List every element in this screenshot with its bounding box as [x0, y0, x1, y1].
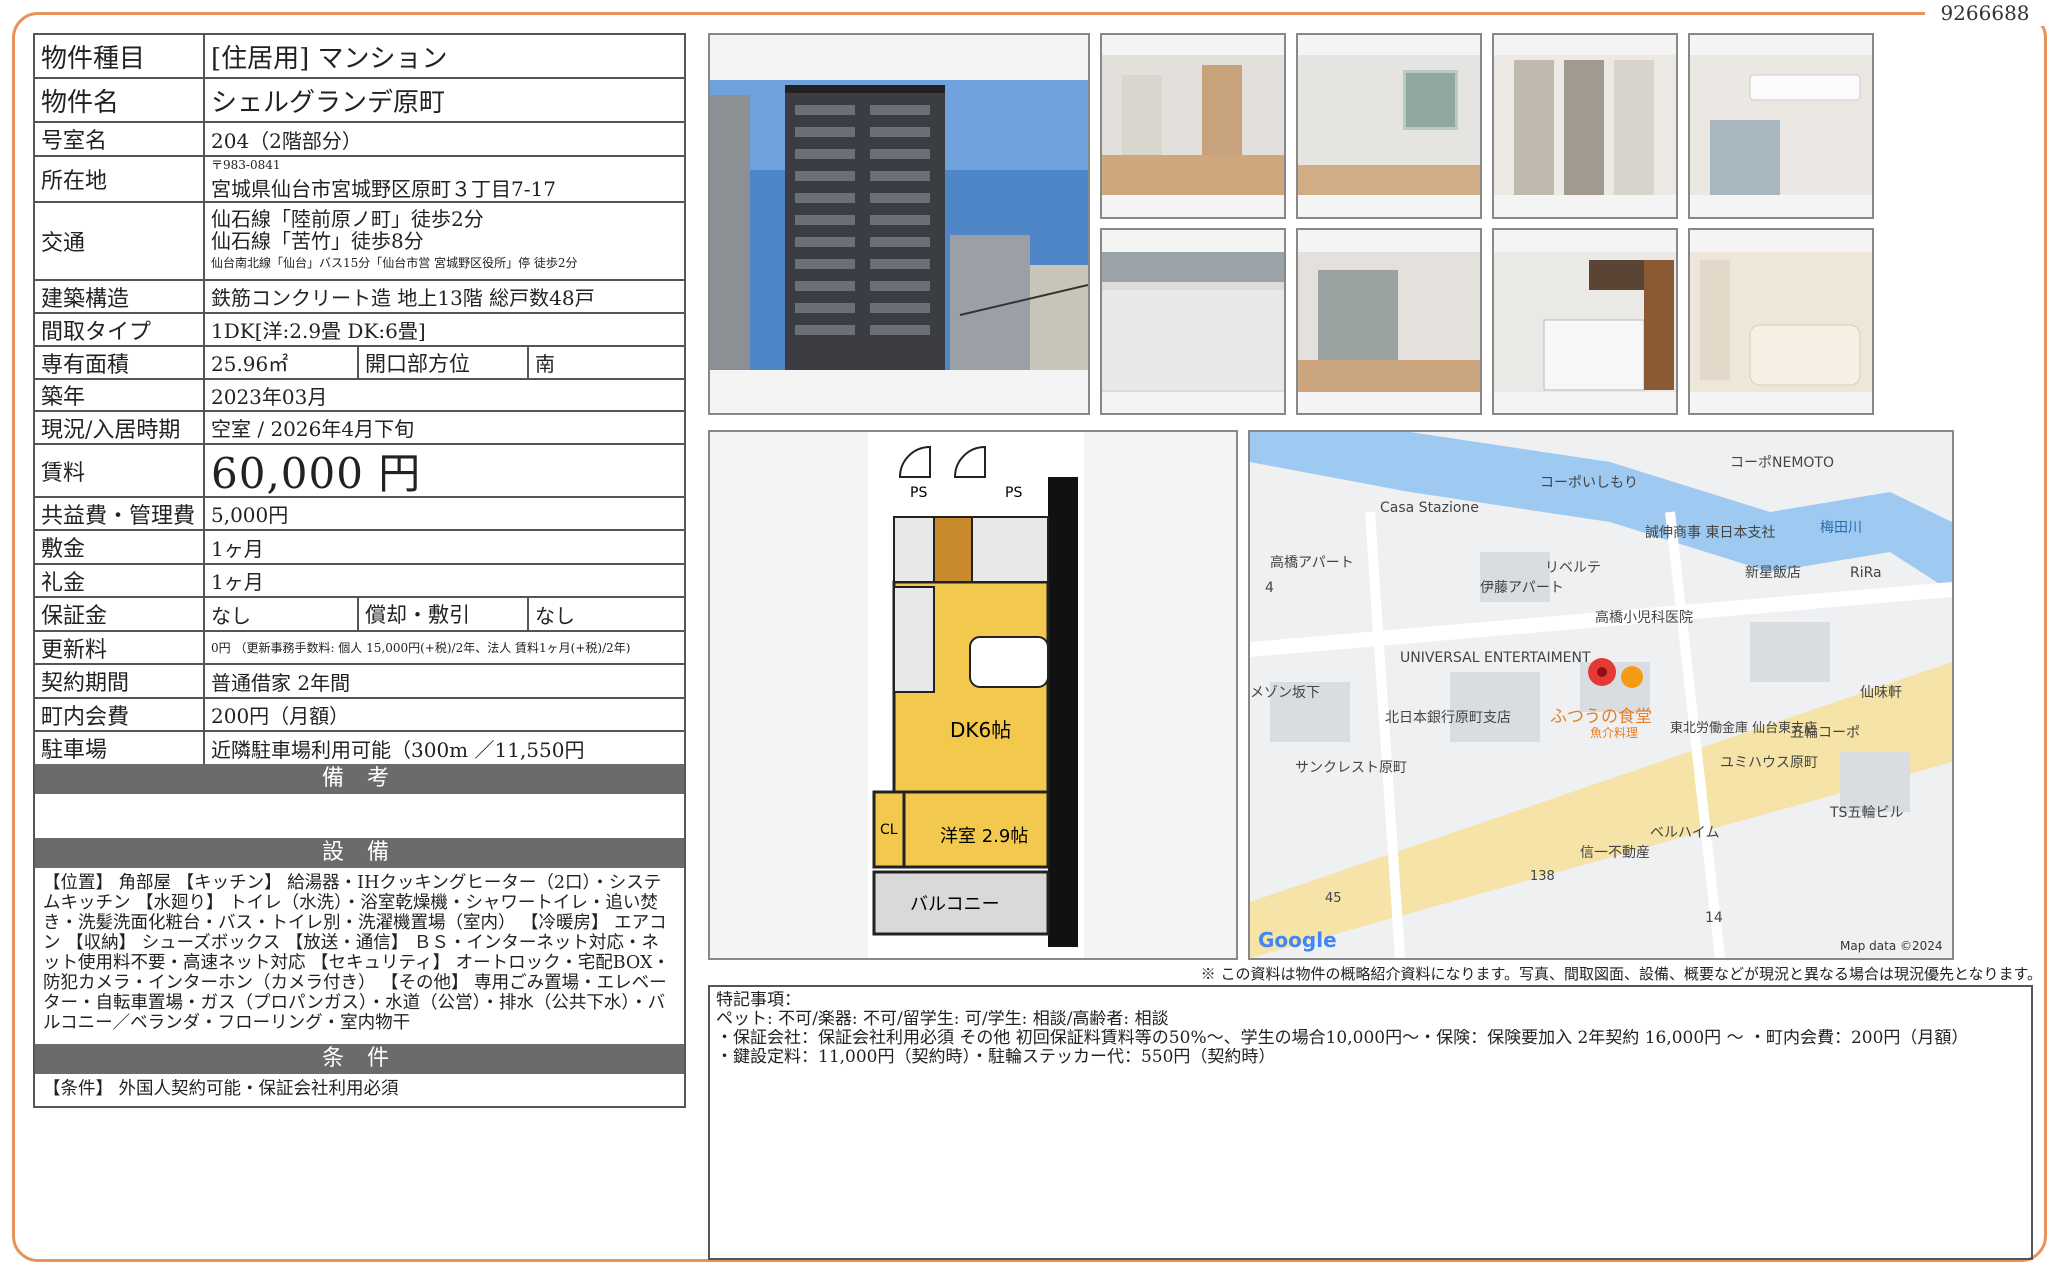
- map-label-7: 新星飯店: [1745, 564, 1801, 581]
- row-rent: 賃料 60,000 円: [35, 445, 684, 498]
- floorplan-cl-label: CL: [880, 822, 898, 838]
- map-label-13: 北日本銀行原町支店: [1385, 710, 1511, 726]
- special-notes-line-1: ペット: 不可/楽器: 不可/留学生: 可/学生: 相談/高齢者: 相談: [716, 1010, 1169, 1029]
- interior-photo-bathroom: [1688, 228, 1874, 415]
- row-transport: 交通 仙石線「陸前原ノ町」徒歩2分 仙石線「苦竹」徒歩8分 仙台南北線「仙台」バ…: [35, 203, 684, 281]
- property-info-table: 物件種目 [住居用] マンション 物件名 シェルグランデ原町 号室名 204（2…: [33, 33, 686, 1108]
- map-label-18: 仙味軒: [1860, 685, 1902, 701]
- interior-photo-entrance: [1100, 33, 1286, 219]
- row-structure: 建築構造 鉄筋コンクリート造 地上13階 総戸数48戸: [35, 281, 684, 314]
- row-built-year: 築年 2023年03月: [35, 380, 684, 412]
- map-label-17: 五輪コーポ: [1790, 724, 1860, 741]
- floorplan-balcony-label: バルコニー: [910, 894, 1000, 915]
- row-address: 所在地 〒983-0841 宮城県仙台市宮城野区原町３丁目7-17: [35, 157, 684, 203]
- row-renewal: 更新料 0円 （更新事務手数料: 個人 15,000円(+税)/2年、法人 賃料…: [35, 632, 684, 665]
- row-property-type: 物件種目 [住居用] マンション: [35, 35, 684, 79]
- building-exterior-photo: [708, 33, 1090, 415]
- interior-photo-kitchen: [1492, 228, 1678, 415]
- map-label-9: 伊藤アパート: [1480, 580, 1564, 596]
- map-label-6: リベルテ: [1545, 560, 1601, 576]
- map-label-22: ベルハイム: [1650, 825, 1719, 841]
- floorplan-room-label: 洋室 2.9帖: [940, 826, 1028, 847]
- transport-line-3: 仙台南北線「仙台」バス15分「仙台市営 宮城野区役所」停 徒歩2分: [211, 256, 578, 270]
- map-label-27: 4: [1265, 580, 1274, 596]
- map-label-19: サンクレスト原町: [1295, 760, 1407, 776]
- transport-line-2: 仙石線「苦竹」徒歩8分: [211, 229, 424, 253]
- map-label-1: コーポいしもり: [1540, 475, 1638, 491]
- floorplan-ps-right: PS: [1005, 485, 1022, 501]
- interior-photo-balcony: [1100, 228, 1286, 415]
- map-label-3: 梅田川: [1820, 520, 1862, 536]
- row-room-number: 号室名 204（2階部分）: [35, 123, 684, 157]
- row-property-name: 物件名 シェルグランデ原町: [35, 79, 684, 123]
- remarks-header: 備 考: [35, 764, 684, 794]
- transport-line-1: 仙石線「陸前原ノ町」徒歩2分: [211, 207, 484, 231]
- row-parking: 駐車場 近隣駐車場利用可能（300m ／11,550円: [35, 732, 684, 764]
- equipment-header: 設 備: [35, 838, 684, 868]
- map-label-5: 高橋アパート: [1270, 554, 1354, 571]
- map-label-8: RiRa: [1850, 565, 1882, 581]
- map-credit: Map data ©2024: [1840, 939, 1943, 953]
- special-notes-line-2: ・保証会社：保証会社利用必須 その他 初回保証料賃料等の50%～、学生の場合10…: [716, 1029, 1969, 1048]
- floorplan-dk-label: DK6帖: [950, 718, 1011, 742]
- document-id: 9266688: [1925, 0, 2045, 26]
- map-logo: Google: [1258, 928, 1337, 952]
- interior-photo-aircon: [1688, 33, 1874, 219]
- row-town-fee: 町内会費 200円（月額）: [35, 699, 684, 732]
- map-label-26: 14: [1705, 910, 1723, 926]
- conditions-header: 条 件: [35, 1044, 684, 1074]
- interior-photo-room: [1296, 228, 1482, 415]
- floor-plan: PS PS DK6帖 洋室 2.9帖 CL バルコニー: [708, 430, 1238, 960]
- map-label-11: UNIVERSAL ENTERTAIMENT: [1400, 650, 1591, 666]
- map-label-2: Casa Stazione: [1380, 500, 1479, 516]
- map-label-21: TS五輪ビル: [1829, 804, 1903, 821]
- address-text: 宮城県仙台市宮城野区原町３丁目7-17: [211, 177, 556, 201]
- row-layout: 間取タイプ 1DK[洋:2.9畳 DK:6畳]: [35, 314, 684, 347]
- rent-amount: 60,000 円: [211, 449, 422, 498]
- interior-photo-closet: [1492, 33, 1678, 219]
- row-area: 専有面積 25.96㎡ 開口部方位 南: [35, 347, 684, 380]
- location-map: コーポNEMOTO コーポいしもり Casa Stazione 梅田川 誠伸商事…: [1248, 430, 1954, 960]
- map-label-0: コーポNEMOTO: [1730, 455, 1834, 471]
- floorplan-ps-left: PS: [910, 485, 927, 501]
- row-key-money: 礼金 1ヶ月: [35, 565, 684, 598]
- map-label-24: 138: [1530, 869, 1555, 884]
- equipment-text: 【位置】 角部屋 【キッチン】 給湯器・IHクッキングヒーター（2口）・システム…: [43, 873, 670, 1033]
- row-deposit: 敷金 1ヶ月: [35, 531, 684, 565]
- special-notes-box: 特記事項： ペット: 不可/楽器: 不可/留学生: 可/学生: 相談/高齢者: …: [708, 985, 2033, 1260]
- postal-code: 〒983-0841: [211, 158, 281, 172]
- map-label-23: 信一不動産: [1580, 845, 1650, 861]
- special-notes-title: 特記事項：: [716, 991, 801, 1010]
- conditions-text: 【条件】 外国人契約可能・保証会社利用必須: [43, 1079, 399, 1099]
- disclaimer-note: ※ この資料は物件の概略紹介資料になります。写真、間取図面、設備、概要などが現況…: [1200, 965, 2042, 983]
- special-notes-line-3: ・鍵設定料：11,000円（契約時）・駐輪ステッカー代：550円（契約時）: [716, 1048, 1276, 1067]
- map-label-14: ふつうの食堂: [1550, 707, 1652, 727]
- map-label-15: 魚介料理: [1590, 726, 1638, 740]
- row-contract: 契約期間 普通借家 2年間: [35, 665, 684, 699]
- map-label-25: 45: [1325, 891, 1342, 906]
- interior-photo-window: [1296, 33, 1482, 219]
- map-label-20: ユミハウス原町: [1720, 755, 1818, 771]
- map-label-12: メゾン坂下: [1250, 685, 1320, 701]
- row-common-fee: 共益費・管理費 5,000円: [35, 498, 684, 531]
- row-guarantee: 保証金 なし 償却・敷引 なし: [35, 598, 684, 632]
- map-label-4: 誠伸商事 東日本支社: [1645, 525, 1775, 541]
- map-label-10: 高橋小児科医院: [1595, 609, 1693, 626]
